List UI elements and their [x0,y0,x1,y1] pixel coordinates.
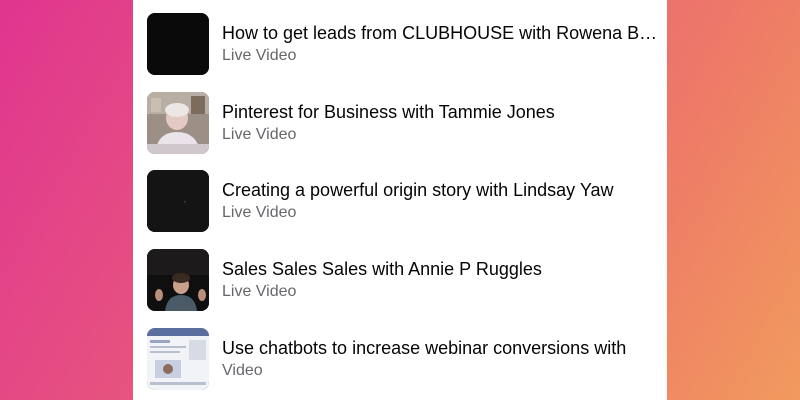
video-title[interactable]: Use chatbots to increase webinar convers… [222,337,660,359]
video-thumbnail[interactable] [147,92,209,154]
video-title[interactable]: Pinterest for Business with Tammie Jones [222,101,660,123]
video-type-label: Live Video [222,204,297,221]
screen-share-thumbnail-image [147,328,209,390]
video-title[interactable]: Creating a powerful origin story with Li… [222,179,660,201]
video-thumbnail[interactable] [147,170,209,232]
video-list-panel: How to get leads from CLUBHOUSE with Row… [133,0,667,400]
video-thumbnail[interactable] [147,249,209,311]
video-type-label: Video [222,362,263,379]
video-list-item[interactable]: Creating a powerful origin story with Li… [147,170,659,234]
video-title[interactable]: How to get leads from CLUBHOUSE with Row… [222,22,660,44]
video-thumbnail[interactable] [147,328,209,390]
video-type-label: Live Video [222,126,297,143]
video-type-label: Live Video [222,47,297,64]
video-list-item[interactable]: How to get leads from CLUBHOUSE with Row… [147,13,660,77]
video-thumbnail[interactable] [147,13,209,75]
person-dark-room-thumbnail-image [147,249,209,311]
video-list-item[interactable]: Pinterest for Business with Tammie Jones… [147,92,659,156]
woman-webcam-thumbnail-image [147,92,209,154]
dark-thumbnail-image [147,170,209,232]
black-thumbnail-image [147,13,209,75]
video-type-label: Live Video [222,283,297,300]
video-list-item[interactable]: Use chatbots to increase webinar convers… [147,328,659,392]
video-list-item[interactable]: Sales Sales Sales with Annie P Ruggles L… [147,249,659,313]
video-title[interactable]: Sales Sales Sales with Annie P Ruggles [222,258,660,280]
